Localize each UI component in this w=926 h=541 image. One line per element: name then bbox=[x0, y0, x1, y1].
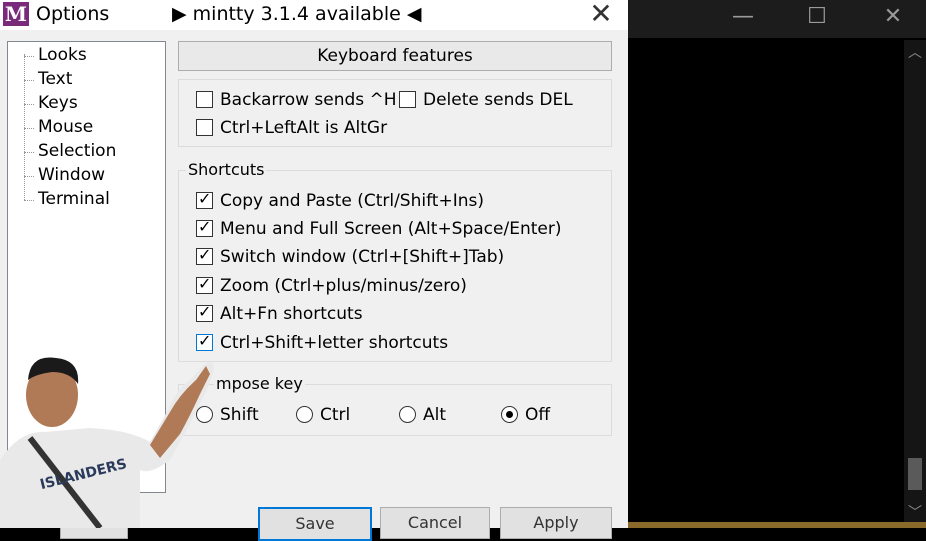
shortcut-copy-paste-checkbox[interactable]: ✓ Copy and Paste (Ctrl/Shift+Ins) bbox=[196, 189, 484, 211]
shortcut-zoom-checkbox[interactable]: ✓ Zoom (Ctrl+plus/minus/zero) bbox=[196, 274, 467, 296]
tree-item-text[interactable]: Text bbox=[22, 69, 72, 89]
tree-item-selection[interactable]: Selection bbox=[22, 141, 116, 161]
shortcut-switch-window-checkbox[interactable]: ✓ Switch window (Ctrl+[Shift+]Tab) bbox=[196, 245, 504, 267]
dialog-title: Options bbox=[36, 3, 110, 25]
maximize-icon[interactable]: ☐ bbox=[794, 2, 840, 32]
tree-item-window[interactable]: Window bbox=[22, 165, 105, 185]
dialog-titlebar: M Options ▶ mintty 3.1.4 available ◀ ✕ bbox=[0, 0, 628, 30]
cancel-button[interactable]: Cancel bbox=[380, 507, 490, 539]
scroll-down-icon[interactable]: ﹀ bbox=[904, 504, 926, 522]
terminal-window: — ☐ ✕ ︿ ﹀ bbox=[628, 0, 926, 528]
compose-off-radio[interactable]: Off bbox=[501, 405, 550, 425]
apply-button[interactable]: Apply bbox=[500, 507, 612, 539]
altgr-checkbox[interactable]: Ctrl+LeftAlt is AltGr bbox=[196, 118, 387, 138]
shortcuts-group-label: Shortcuts bbox=[186, 160, 267, 179]
tree-item-looks[interactable]: Looks bbox=[22, 45, 87, 65]
presenter-overlay: ISLANDERS bbox=[0, 357, 214, 528]
shortcut-ctrl-shift-letter-checkbox[interactable]: ✓ Ctrl+Shift+letter shortcuts bbox=[196, 331, 448, 353]
tree-item-mouse[interactable]: Mouse bbox=[22, 117, 93, 137]
terminal-scrollbar[interactable]: ︿ ﹀ bbox=[904, 40, 926, 528]
save-button[interactable]: Save bbox=[258, 507, 372, 541]
terminal-titlebar: — ☐ ✕ bbox=[628, 0, 926, 38]
close-icon[interactable]: ✕ bbox=[870, 2, 916, 32]
backarrow-checkbox[interactable]: Backarrow sends ^H bbox=[196, 90, 397, 110]
minimize-icon[interactable]: — bbox=[720, 2, 766, 32]
compose-ctrl-radio[interactable]: Ctrl bbox=[296, 405, 350, 425]
section-title: Keyboard features bbox=[178, 41, 612, 71]
shortcut-menu-fullscreen-checkbox[interactable]: ✓ Menu and Full Screen (Alt+Space/Enter) bbox=[196, 217, 561, 239]
terminal-border bbox=[628, 522, 926, 528]
compose-alt-radio[interactable]: Alt bbox=[399, 405, 446, 425]
mintty-icon: M bbox=[3, 2, 29, 26]
shortcut-alt-fn-checkbox[interactable]: ✓ Alt+Fn shortcuts bbox=[196, 302, 363, 324]
update-notice[interactable]: ▶ mintty 3.1.4 available ◀ bbox=[172, 3, 421, 25]
close-icon[interactable]: ✕ bbox=[584, 0, 618, 30]
tree-item-terminal[interactable]: Terminal bbox=[22, 189, 110, 209]
tree-item-keys[interactable]: Keys bbox=[22, 93, 78, 113]
scroll-thumb[interactable] bbox=[908, 458, 922, 490]
scroll-up-icon[interactable]: ︿ bbox=[904, 44, 926, 62]
delete-checkbox[interactable]: Delete sends DEL bbox=[399, 90, 573, 110]
